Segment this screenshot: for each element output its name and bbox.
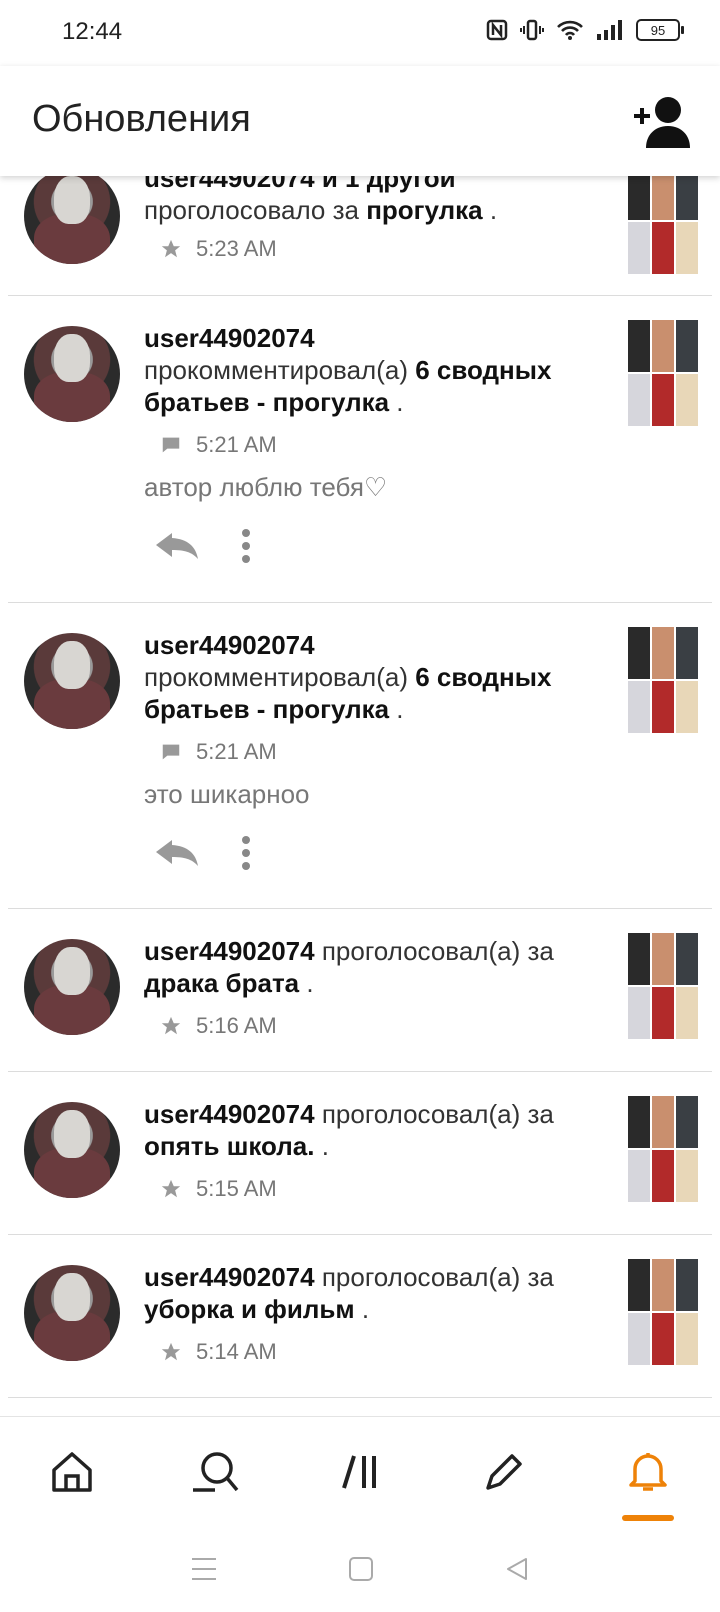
story-cover[interactable] — [628, 176, 698, 274]
update-meta: 5:21 AM — [160, 432, 277, 458]
timestamp: 5:16 AM — [196, 1013, 277, 1038]
update-text: user44902074 проголосовал(а) за уборка и… — [144, 1262, 554, 1324]
user-link[interactable]: user44902074 — [144, 1099, 315, 1129]
list-item[interactable]: user44902074 и 1 другой проголосовало за… — [8, 176, 712, 296]
comment-icon — [162, 437, 180, 453]
home-icon — [52, 1452, 92, 1492]
battery-indicator: 95 — [636, 19, 684, 41]
update-meta: 5:21 AM — [160, 739, 277, 765]
comment-text: это шикарноо — [144, 779, 310, 809]
search-icon — [193, 1452, 239, 1492]
list-item[interactable]: user44902074 проголосовал(а) за опять шк… — [8, 1072, 712, 1235]
comment-actions — [154, 835, 252, 871]
more-options-icon[interactable] — [240, 835, 252, 871]
back-icon[interactable] — [504, 1556, 530, 1582]
comment-icon — [162, 744, 180, 760]
timestamp: 5:23 AM — [196, 236, 277, 261]
notifications-icon — [629, 1453, 667, 1491]
timestamp: 5:15 AM — [196, 1176, 277, 1201]
avatar[interactable] — [24, 939, 120, 1035]
user-link[interactable]: user44902074 — [144, 936, 315, 966]
nfc-icon — [486, 19, 508, 41]
home-button-icon[interactable] — [348, 1556, 374, 1582]
update-text: user44902074 проголосовал(а) за опять шк… — [144, 1099, 554, 1161]
status-time: 12:44 — [62, 18, 123, 45]
page-title: Обновления — [32, 98, 251, 140]
user-link[interactable]: user44902074 и 1 другой — [144, 176, 456, 193]
nav-notifications[interactable] — [613, 1437, 683, 1521]
updates-feed[interactable]: user44902074 и 1 другой проголосовало за… — [0, 176, 720, 1416]
update-text: user44902074 и 1 другой проголосовало за… — [144, 176, 594, 226]
bottom-navigation — [0, 1416, 720, 1527]
nav-search[interactable] — [181, 1437, 251, 1507]
user-link[interactable]: user44902074 — [144, 323, 315, 353]
update-meta: 5:14 AM — [160, 1339, 277, 1365]
story-link[interactable]: драка брата — [144, 968, 299, 998]
list-item[interactable]: user44902074 проголосовал(а) за уборка и… — [8, 1235, 712, 1398]
nav-home[interactable] — [37, 1437, 107, 1507]
list-item[interactable]: user44902074 прокомментировал(а) 6 сводн… — [8, 296, 712, 603]
star-icon — [161, 1179, 181, 1198]
signal-icon — [597, 20, 622, 40]
star-icon — [161, 239, 181, 258]
avatar[interactable] — [24, 1102, 120, 1198]
nav-library[interactable] — [325, 1437, 395, 1507]
comment-actions — [154, 528, 252, 564]
recent-apps-icon[interactable] — [190, 1556, 218, 1582]
story-link[interactable]: прогулка — [366, 195, 482, 225]
reply-icon[interactable] — [154, 838, 200, 868]
update-meta: 5:15 AM — [160, 1176, 277, 1202]
update-meta: 5:16 AM — [160, 1013, 277, 1039]
user-link[interactable]: user44902074 — [144, 1262, 315, 1292]
add-user-icon[interactable] — [632, 94, 696, 150]
avatar[interactable] — [24, 176, 120, 264]
system-navigation — [0, 1526, 720, 1612]
story-link[interactable]: опять школа. — [144, 1131, 314, 1161]
more-options-icon[interactable] — [240, 528, 252, 564]
library-icon — [342, 1455, 376, 1489]
list-item[interactable]: user44902074 прокомментировал(а) 6 сводн… — [8, 603, 712, 909]
update-text: user44902074 прокомментировал(а) 6 сводн… — [144, 323, 552, 417]
vibrate-icon — [520, 19, 544, 41]
status-bar: 12:44 95 — [0, 0, 720, 66]
update-meta: 5:23 AM — [160, 236, 277, 262]
timestamp: 5:21 AM — [196, 739, 277, 764]
reply-icon[interactable] — [154, 531, 200, 561]
story-cover[interactable] — [628, 1096, 698, 1202]
write-icon — [486, 1454, 522, 1490]
story-cover[interactable] — [628, 627, 698, 733]
wifi-icon — [557, 20, 583, 40]
nav-write[interactable] — [469, 1437, 539, 1507]
comment-text: автор люблю тебя♡ — [144, 472, 388, 502]
story-cover[interactable] — [628, 320, 698, 426]
avatar[interactable] — [24, 633, 120, 729]
status-icons: 95 — [486, 18, 684, 42]
user-link[interactable]: user44902074 — [144, 630, 315, 660]
avatar[interactable] — [24, 1265, 120, 1361]
timestamp: 5:21 AM — [196, 432, 277, 457]
app-header: Обновления — [0, 66, 720, 176]
update-text: user44902074 прокомментировал(а) 6 сводн… — [144, 630, 552, 724]
story-cover[interactable] — [628, 1259, 698, 1365]
star-icon — [161, 1016, 181, 1035]
list-item[interactable]: user44902074 проголосовал(а) за драка бр… — [8, 909, 712, 1072]
story-cover[interactable] — [628, 933, 698, 1039]
avatar[interactable] — [24, 326, 120, 422]
star-icon — [161, 1342, 181, 1361]
update-text: user44902074 проголосовал(а) за драка бр… — [144, 936, 554, 998]
story-link[interactable]: уборка и фильм — [144, 1294, 355, 1324]
timestamp: 5:14 AM — [196, 1339, 277, 1364]
